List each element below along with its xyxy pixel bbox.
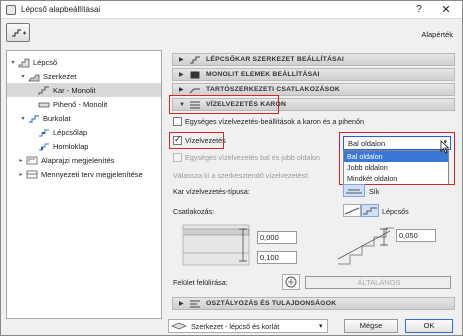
straight-connection-icon — [344, 207, 360, 215]
tree-item-label: Alaprajzi megjelenítés — [41, 155, 115, 165]
tree-item-riser[interactable]: Homloklap — [29, 139, 161, 153]
tree-item-finish[interactable]: ▾ Burkolat — [19, 111, 161, 125]
layer-select[interactable]: Szerkezet - lépcső és korlát ▾ — [168, 319, 328, 333]
chevron-down-icon[interactable]: ▾ — [9, 59, 17, 66]
tree-item-flight-monolit[interactable]: Kar - Monolit — [7, 83, 161, 97]
flight-icon — [38, 85, 50, 96]
uniform-lr-checkbox[interactable] — [173, 153, 182, 162]
floorplan-icon — [26, 155, 38, 166]
highlight-drainage-checkbox — [169, 132, 224, 149]
highlight-drainage-select — [339, 132, 455, 185]
surface-override-button[interactable] — [282, 274, 300, 290]
tree-item-label: Kar - Monolit — [53, 85, 96, 95]
tree-item-floorplan[interactable]: ▸ Alaprajzi megjelenítés — [17, 153, 161, 167]
ceiling-icon — [26, 169, 38, 180]
chevron-right-icon[interactable]: ▸ — [17, 157, 25, 164]
tree-item-tread[interactable]: Lépcsőlap — [29, 125, 161, 139]
stair-section-icon — [190, 56, 200, 64]
connection-offset-input[interactable]: 0,050 — [396, 229, 436, 242]
stair-icon — [18, 57, 30, 68]
surface-select[interactable]: ÁLTALÁNOS — [305, 276, 451, 289]
uniform-lr-label: Egységes vízelvezetés bal és jobb oldalo… — [185, 153, 321, 162]
structure-icon — [28, 71, 40, 82]
section-classification[interactable]: ▶ OSZTÁLYOZÁS ÉS TULAJDONSÁGOK — [172, 297, 455, 310]
connection-stepped-button[interactable] — [361, 204, 379, 217]
chevron-right-icon[interactable]: ▶ — [179, 71, 187, 78]
tree-item-label: Lépcső — [33, 57, 58, 67]
choose-drainage-label: Válassza ki a szerkesztendő vízelvezetés… — [173, 171, 310, 180]
tree-item-label: Mennyezeti terv megjelenítése — [41, 169, 143, 179]
settings-dialog: Lépcső alapbeállításai ? ✕ Alapérték ▾ L… — [0, 0, 463, 336]
drainage-type-flat-button[interactable] — [343, 184, 365, 197]
favorites-icon — [12, 29, 26, 37]
default-label: Alapérték — [421, 30, 453, 39]
connection-straight-button[interactable] — [343, 204, 361, 217]
tree-item-label: Lépcsőlap — [53, 127, 88, 137]
paint-bucket-icon — [285, 276, 297, 288]
chevron-right-icon[interactable]: ▶ — [179, 56, 187, 63]
section-monolit-elements[interactable]: ▶ MONOLIT ELEMEK BEÁLLÍTÁSAI — [172, 68, 455, 81]
tread-icon — [38, 127, 50, 138]
highlight-drainage-section — [169, 95, 279, 114]
riser-icon — [38, 141, 50, 152]
section-title: MONOLIT ELEMEK BEÁLLÍTÁSAI — [206, 71, 320, 78]
chevron-down-icon[interactable]: ▾ — [319, 321, 323, 330]
uniform-drainage-checkbox[interactable] — [173, 117, 182, 126]
drainage-width-input[interactable]: 0,100 — [257, 251, 297, 264]
section-title: TARTÓSZERKEZETI CSATLAKOZÁSOK — [206, 86, 340, 93]
classification-section-icon — [190, 300, 200, 308]
settings-tree[interactable]: ▾ Lépcső ▾ Szerkezet Kar - Monolit Pihen… — [6, 50, 162, 319]
favorites-button[interactable] — [6, 23, 30, 42]
ok-button[interactable]: OK — [405, 319, 453, 333]
section-flight-structure[interactable]: ▶ LÉPCSŐKAR SZERKEZET BEÁLLÍTÁSAI — [172, 53, 455, 66]
tree-item-structure[interactable]: ▾ Szerkezet — [19, 69, 161, 83]
chevron-right-icon[interactable]: ▸ — [17, 171, 25, 178]
tree-item-label: Burkolat — [43, 113, 71, 123]
chevron-down-icon[interactable]: ▾ — [19, 115, 27, 122]
help-icon[interactable]: ? — [408, 2, 430, 18]
close-icon[interactable]: ✕ — [433, 2, 459, 18]
layer-value: Szerkezet - lépcső és korlát — [191, 322, 280, 331]
drainage-type-label: Kar vízelvezetés-típusa: — [173, 187, 250, 196]
stepped-connection-drawing — [337, 227, 394, 265]
chevron-right-icon[interactable]: ▶ — [179, 300, 187, 307]
stepped-connection-icon — [363, 207, 377, 215]
tree-item-label: Szerkezet — [43, 71, 77, 81]
tree-item-stair[interactable]: ▾ Lépcső — [9, 55, 161, 69]
window-title: Lépcső alapbeállításai — [21, 5, 101, 14]
flat-drainage-icon — [346, 189, 362, 194]
connection-value: Lépcsős — [382, 207, 409, 216]
tree-item-label: Homloklap — [53, 141, 89, 151]
app-icon — [6, 5, 16, 15]
landing-icon — [38, 99, 50, 110]
layer-icon — [171, 322, 187, 330]
surface-override-label: Felület felülírása: — [173, 278, 228, 287]
drainage-depth-input[interactable]: 0,000 — [257, 231, 297, 244]
tree-item-label: Pihenő - Monolit — [53, 99, 108, 109]
connection-section-icon — [189, 86, 200, 94]
section-title: LÉPCSŐKAR SZERKEZET BEÁLLÍTÁSAI — [206, 56, 344, 63]
drainage-type-value: Sík — [369, 187, 380, 196]
chevron-down-icon[interactable]: ▾ — [19, 73, 27, 80]
cancel-button[interactable]: Mégse — [344, 319, 398, 333]
uniform-drainage-label: Egységes vízelvezetés-beállítások a karo… — [185, 117, 364, 126]
chevron-right-icon[interactable]: ▶ — [179, 86, 187, 93]
title-bar: Lépcső alapbeállításai ? ✕ — [1, 1, 462, 19]
section-title: OSZTÁLYOZÁS ÉS TULAJDONSÁGOK — [206, 300, 337, 307]
finish-icon — [28, 113, 40, 124]
tree-item-landing-monolit[interactable]: Pihenő - Monolit — [29, 97, 161, 111]
connection-label: Csatlakozás: — [173, 207, 215, 216]
drainage-section-drawing — [182, 224, 250, 266]
block-section-icon — [190, 71, 200, 79]
tree-item-ceiling[interactable]: ▸ Mennyezeti terv megjelenítése — [17, 167, 161, 181]
